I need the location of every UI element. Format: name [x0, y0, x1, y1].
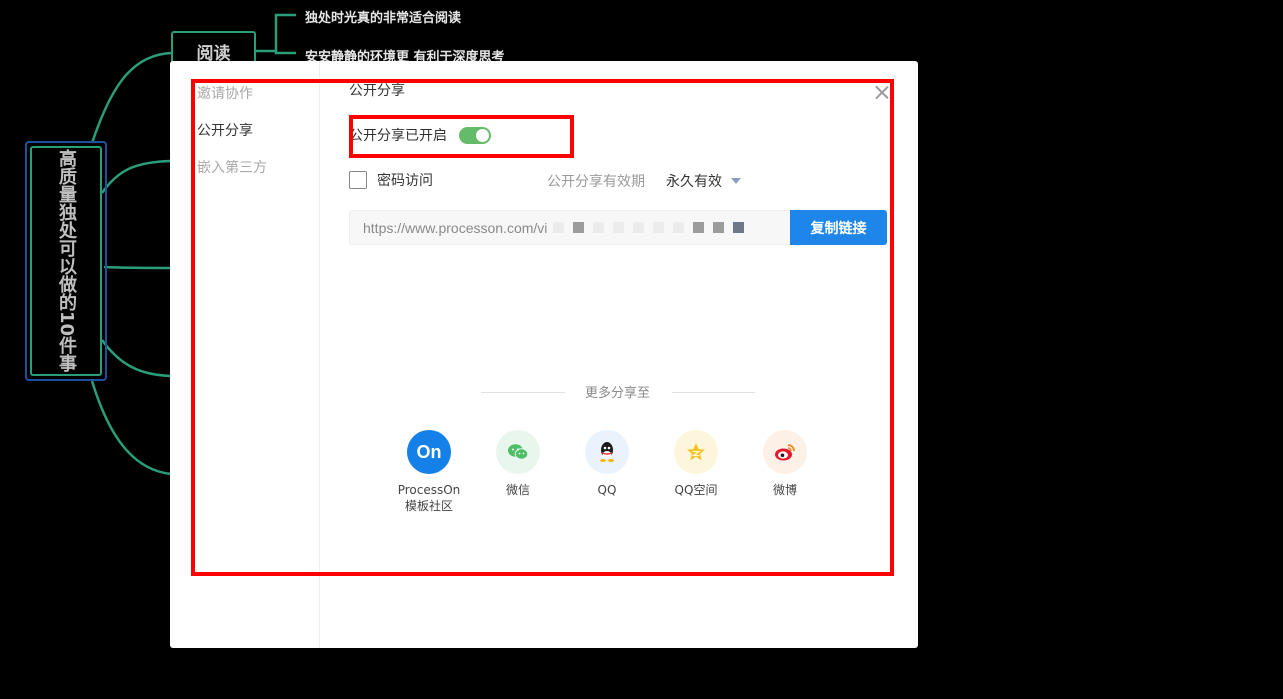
- redacted-link-segment: [553, 222, 745, 233]
- share-target-qzone[interactable]: QQ空间: [656, 430, 736, 498]
- section-title: 公开分享: [349, 83, 405, 99]
- wechat-icon: [496, 430, 540, 474]
- mindmap-root-node[interactable]: 高质量独处可以做的10件事: [25, 141, 107, 381]
- mindmap-root-text: 高质量独处可以做的10件事: [56, 149, 77, 373]
- sidebar-item-embed-third-party[interactable]: 嵌入第三方: [197, 157, 267, 177]
- password-access-row: 密码访问: [349, 171, 433, 189]
- share-target-label: ProcessOn 模板社区: [397, 483, 461, 513]
- password-access-checkbox[interactable]: [349, 171, 367, 189]
- processon-icon: On: [407, 430, 451, 474]
- expiry-select[interactable]: 永久有效: [666, 171, 741, 191]
- mindmap-root-inner: 高质量独处可以做的10件事: [30, 146, 102, 376]
- sidebar-item-public-share[interactable]: 公开分享: [197, 120, 253, 140]
- share-link-url: https://www.processon.com/vi: [363, 219, 548, 236]
- divider-right: [672, 392, 755, 393]
- mindmap-topic-text: 阅读: [196, 43, 231, 64]
- public-share-toggle-label: 公开分享已开启: [349, 128, 447, 144]
- share-target-wechat[interactable]: 微信: [478, 430, 558, 498]
- toggle-knob: [476, 128, 489, 142]
- share-target-weibo[interactable]: 微博: [745, 430, 825, 498]
- more-share-title: 更多分享至: [585, 386, 651, 401]
- share-target-label: QQ空间: [674, 483, 718, 497]
- share-dialog: 邀请协作 公开分享 嵌入第三方 公开分享 公开分享已开启 密码访问 公开分享有效…: [170, 61, 918, 648]
- qq-icon: [585, 430, 629, 474]
- caret-down-icon: [731, 178, 741, 184]
- expiry-label: 公开分享有效期: [547, 174, 645, 190]
- share-target-processon[interactable]: On ProcessOn 模板社区: [389, 430, 469, 514]
- public-share-toggle[interactable]: [459, 126, 491, 144]
- weibo-icon: [763, 430, 807, 474]
- share-target-label: 微信: [505, 483, 530, 497]
- share-link-field[interactable]: https://www.processon.com/vi: [349, 210, 790, 245]
- password-access-label: 密码访问: [377, 173, 433, 189]
- share-target-label: QQ: [597, 483, 617, 497]
- dialog-sidebar: 邀请协作 公开分享 嵌入第三方: [170, 61, 320, 648]
- copy-link-button[interactable]: 复制链接: [790, 210, 887, 245]
- public-share-toggle-row: 公开分享已开启: [349, 124, 491, 146]
- expiry-select-value: 永久有效: [666, 174, 722, 190]
- share-target-qq[interactable]: QQ: [567, 430, 647, 498]
- share-target-label: 微博: [772, 483, 797, 497]
- share-link-row: https://www.processon.com/vi 复制链接: [349, 210, 887, 245]
- divider-left: [481, 392, 565, 393]
- mindmap-leaf-node[interactable]: 独处时光真的非常适合阅读: [305, 7, 461, 26]
- svg-text:On: On: [417, 442, 442, 462]
- sidebar-item-invite-collaborate[interactable]: 邀请协作: [197, 83, 253, 103]
- qzone-icon: [674, 430, 718, 474]
- close-icon[interactable]: [875, 85, 889, 99]
